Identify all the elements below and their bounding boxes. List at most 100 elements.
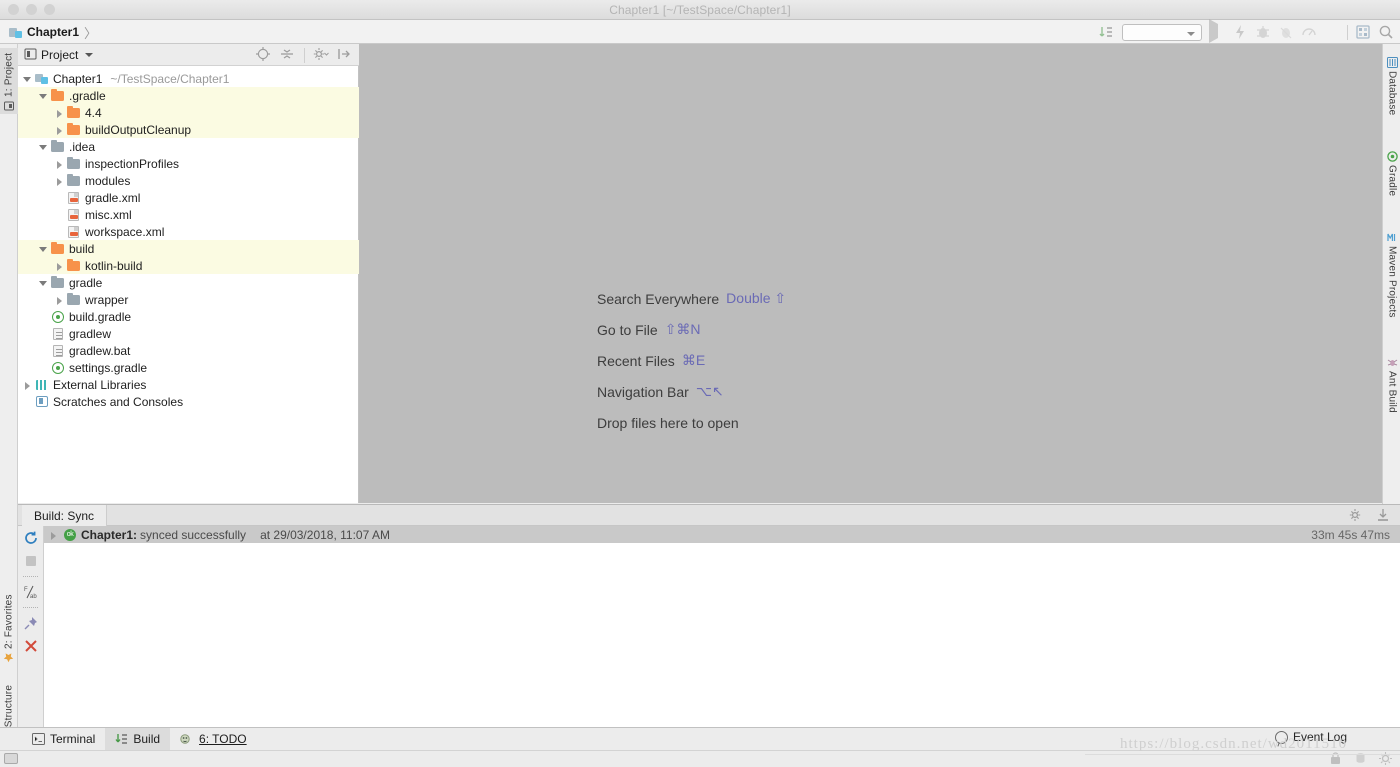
tree-node[interactable]: workspace.xml [18,223,359,240]
breadcrumb[interactable]: Chapter1 〉 [9,20,97,44]
debug-icon[interactable] [1255,24,1271,40]
tree-node-label: .idea [69,139,96,154]
svg-text:F: F [24,587,28,593]
rerun-icon[interactable] [23,530,39,546]
file-icon [53,344,63,357]
tab-terminal[interactable]: Terminal [22,728,105,750]
sidebar-item-gradle-label: Gradle [1386,165,1398,197]
tab-build[interactable]: Build [105,728,171,750]
editor-tip-label: Search Everywhere [597,290,720,307]
tree-node[interactable]: kotlin-build [18,257,359,274]
run-configuration-selector[interactable] [1122,23,1202,41]
folder-icon [67,122,80,135]
folder-icon [67,105,80,118]
show-tool-windows-icon[interactable] [4,753,18,764]
tree-node[interactable]: wrapper [18,291,359,308]
tree-expand-arrow-icon[interactable] [55,159,64,169]
status-bar: Terminal Build 6: TODO Event Log https:/… [0,727,1400,767]
module-icon [9,27,22,38]
tree-node-label: buildOutputCleanup [85,122,192,137]
editor-tip: Recent Files ⌘E [597,345,786,376]
xml-file-icon [68,225,79,238]
tree-expand-arrow-icon[interactable] [55,125,64,135]
tree-node-label: gradlew.bat [69,343,131,358]
sidebar-item-project[interactable]: 1: Project [0,48,18,114]
tree-node[interactable]: gradle.xml [18,189,359,206]
sidebar-item-ant-build[interactable]: Ant Build [1383,354,1400,424]
build-project-icon[interactable] [1355,24,1371,40]
settings-gear-icon[interactable] [313,47,329,63]
tree-node[interactable]: Scratches and Consoles [18,393,359,410]
tree-expand-arrow-icon[interactable] [55,108,64,118]
sidebar-item-database[interactable]: Database [1383,54,1400,124]
editor-tip-shortcut: ⇧⌘N [664,321,701,337]
sort-alpha-icon[interactable] [1099,24,1115,40]
folder-icon [67,156,80,169]
tree-expand-arrow-icon[interactable] [23,74,32,83]
breadcrumb-item-project[interactable]: Chapter1 [27,25,79,39]
tree-node[interactable]: misc.xml [18,206,359,223]
stop-icon[interactable] [23,553,39,569]
collapse-all-icon[interactable] [280,47,296,63]
tree-expand-arrow-icon[interactable] [39,91,48,100]
tree-node[interactable]: .idea [18,138,359,155]
project-tree[interactable]: Chapter1 ~/TestSpace/Chapter1 .gradle 4.4 bu… [18,66,359,503]
export-icon[interactable] [1376,508,1392,524]
pin-icon[interactable] [23,615,39,631]
folder-icon [51,139,64,152]
tree-node[interactable]: build.gradle [18,308,359,325]
coverage-icon[interactable] [1278,24,1294,40]
search-icon[interactable] [1378,24,1394,40]
tab-todo[interactable]: 6: TODO [170,728,257,750]
tree-expand-arrow-icon[interactable] [55,261,64,271]
tab-build-sync[interactable]: Build: Sync [22,505,108,526]
sidebar-item-maven-projects[interactable]: Maven Projects [1383,229,1400,335]
tree-node[interactable]: buildOutputCleanup [18,121,359,138]
expand-arrow-icon[interactable] [49,530,58,540]
sidebar-item-maven-label: Maven Projects [1386,246,1398,318]
tree-node[interactable]: settings.gradle [18,359,359,376]
tree-node[interactable]: .gradle [18,87,359,104]
tree-node[interactable]: 4.4 [18,104,359,121]
tree-node[interactable]: gradlew [18,325,359,342]
tree-expand-arrow-icon[interactable] [55,295,64,305]
tree-expand-arrow-icon[interactable] [55,176,64,186]
stop-icon[interactable] [1324,24,1340,40]
run-icon[interactable] [1209,19,1225,43]
tree-node[interactable]: gradlew.bat [18,342,359,359]
tree-node[interactable]: gradle [18,274,359,291]
run-anything-icon[interactable] [1232,24,1248,40]
tree-node[interactable]: build [18,240,359,257]
soft-wrap-icon[interactable]: Fab [23,584,39,600]
folder-icon [67,258,80,271]
tree-expand-arrow-icon[interactable] [39,142,48,151]
editor-tip: Search Everywhere Double ⇧ [597,283,786,314]
panel-toolbar-divider [304,47,305,63]
ant-icon [1387,357,1398,368]
tree-node[interactable]: inspectionProfiles [18,155,359,172]
project-panel-title: Project [41,47,79,62]
sidebar-item-gradle[interactable]: Gradle [1383,148,1400,206]
sidebar-item-favorites[interactable]: 2: Favorites [0,582,18,666]
build-icon [115,733,128,745]
build-result-row[interactable]: ok Chapter1: synced successfully at 29/0… [44,526,1400,543]
close-icon[interactable] [23,638,39,654]
tree-node[interactable]: External Libraries [18,376,359,393]
toolbar-divider [23,607,38,608]
tree-node-label: modules [85,173,131,188]
chevron-down-icon[interactable] [85,52,94,57]
tree-node[interactable]: modules [18,172,359,189]
tree-expand-arrow-icon[interactable] [39,244,48,253]
settings-gear-icon[interactable] [1349,508,1365,524]
tree-expand-arrow-icon[interactable] [39,278,48,287]
tree-node[interactable]: Chapter1 ~/TestSpace/Chapter1 [18,70,359,87]
profiler-icon[interactable] [1301,24,1317,40]
maven-icon [1386,232,1398,243]
locate-icon[interactable] [256,47,272,63]
tree-expand-arrow-icon[interactable] [23,380,32,390]
hide-icon[interactable] [337,47,353,63]
tree-node-label: 4.4 [85,105,102,120]
